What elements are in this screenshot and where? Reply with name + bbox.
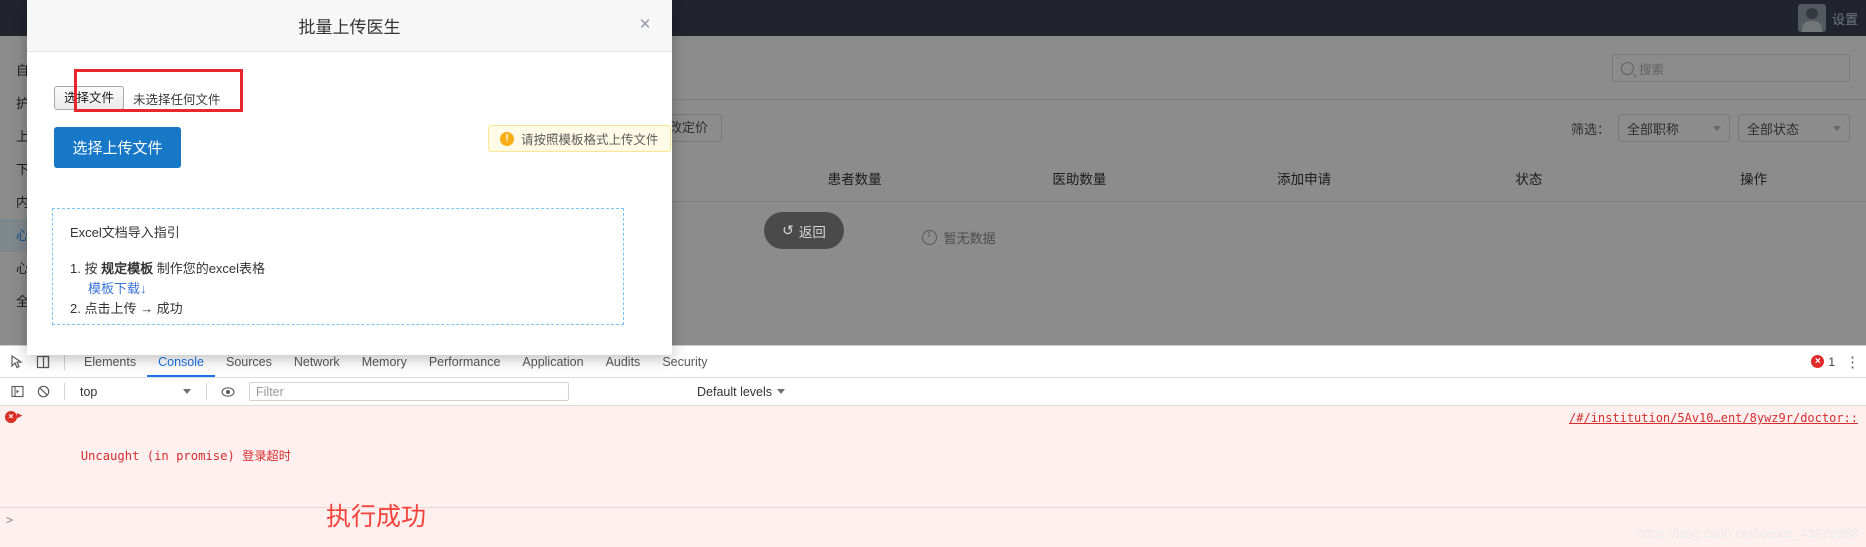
bulk-upload-modal: 批量上传医生 × 选择文件 未选择任何文件 选择上传文件 ! 请按照模板格式上传… [27,0,672,355]
eye-icon[interactable] [215,379,241,405]
expand-arrow-icon[interactable]: ▶ [17,410,22,424]
devtools-panel: Elements Console Sources Network Memory … [0,345,1866,547]
error-count-badge[interactable]: × 1 [1811,355,1835,369]
undo-arrow-icon: ↺ [782,222,794,238]
console-output: × ▶ Uncaught (in promise) 登录超时 /#/institu… [0,406,1866,547]
native-file-input[interactable]: 选择文件 未选择任何文件 [54,85,650,111]
modal-title: 批量上传医生 [298,18,401,37]
choose-file-button[interactable]: 选择文件 [54,86,125,110]
screenshot-root: 设置 自 护 上 下 内 心 心 全 搜索 科室 修改定价 [0,0,1866,547]
template-download-link[interactable]: 模板下载↓ [88,279,147,299]
clear-console-icon[interactable] [30,379,56,405]
console-error-source-link[interactable]: /#/institution/5Av10…ent/8ywz9r/doctor:: [1569,409,1858,428]
execution-context-value: top [80,384,98,399]
guide-step1-prefix: 1. 按 [70,261,102,277]
chevron-down-icon [777,389,786,394]
console-error-row[interactable]: × ▶ Uncaught (in promise) 登录超时 /#/institu… [0,406,1866,508]
modal-body: 选择文件 未选择任何文件 选择上传文件 ! 请按照模板格式上传文件 Excel文… [27,52,672,355]
excel-import-guide: Excel文档导入指引 1. 按 规定模板 制作您的excel表格 模板下载↓ … [52,208,624,325]
watermark: https://blog.csdn.net/weixin_43979988 [1636,526,1858,541]
modal-header: 批量上传医生 × [27,0,672,52]
select-upload-file-button[interactable]: 选择上传文件 [54,127,181,168]
error-icon: × [5,411,17,423]
log-levels-value: Default levels [697,384,773,399]
tip-text: 请按照模板格式上传文件 [521,133,659,147]
log-levels-select[interactable]: Default levels [697,384,786,399]
close-icon[interactable]: × [634,14,656,36]
execution-context-select[interactable]: top [73,381,198,402]
console-toolbar-divider [64,383,65,400]
console-toolbar-divider-2 [206,383,207,400]
devtools-tabbar-right: × 1 ⋮ [1811,346,1860,377]
console-toolbar: top Filter Default levels [0,378,1866,406]
guide-step-1: 1. 按 规定模板 制作您的excel表格 [70,259,606,279]
guide-title: Excel文档导入指引 [70,225,180,240]
guide-step1-suffix: 制作您的excel表格 [153,261,266,277]
back-button-label: 返回 [798,224,826,240]
more-options-icon[interactable]: ⋮ [1845,353,1860,371]
console-error-prefix: Uncaught (in promise) [80,448,243,463]
command-prompt-glyph: > [6,512,14,527]
toolbar-divider [64,353,65,370]
chevron-down-icon [183,389,191,394]
back-button[interactable]: ↺ 返回 [764,212,844,249]
selected-file-name: 未选择任何文件 [133,92,221,107]
warning-icon: ! [500,131,514,146]
console-filter-input[interactable]: Filter [249,382,569,401]
console-sidebar-icon[interactable] [4,379,30,405]
error-icon: × [1811,355,1825,368]
guide-step-2: 2. 点击上传 → 成功 [70,301,183,317]
success-annotation: 执行成功 [326,503,427,531]
guide-step1-strong: 规定模板 [101,261,154,277]
template-format-tip: ! 请按照模板格式上传文件 [488,125,671,152]
guide-download-row: 模板下载↓ [70,279,606,299]
console-command-row: > document.querySelector("body > div:nth… [0,507,1866,547]
error-count-value: 1 [1828,354,1835,369]
console-error-message: 登录超时 [242,448,291,463]
